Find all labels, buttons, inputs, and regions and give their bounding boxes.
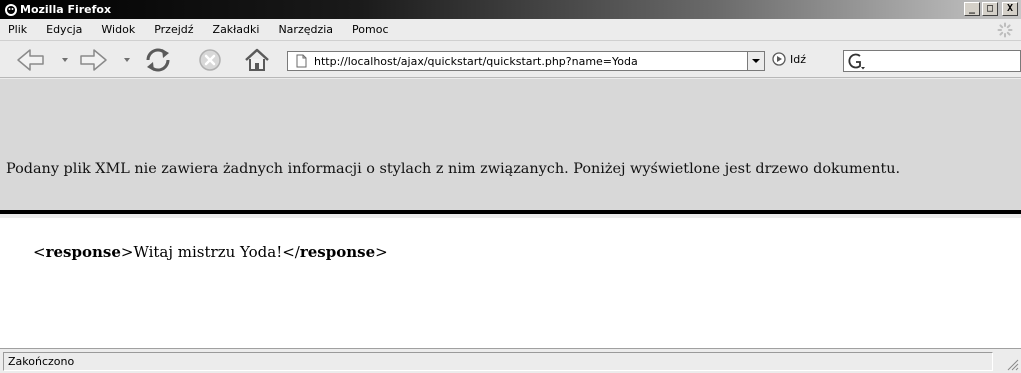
status-bar: Zakończono [0, 348, 1021, 373]
maximize-icon: □ [986, 3, 994, 14]
go-label: Idź [790, 52, 807, 66]
title-bar[interactable]: Mozilla Firefox _ □ X [0, 0, 1021, 19]
back-dropdown-icon[interactable] [62, 57, 68, 63]
xml-text-node: Witaj mistrzu Yoda! [133, 243, 283, 261]
forward-button[interactable] [76, 46, 110, 74]
menu-zakladki[interactable]: Zakładki [213, 23, 260, 36]
firefox-icon [3, 2, 18, 17]
tag-bracket: </ [282, 243, 300, 261]
forward-arrow-icon [80, 49, 107, 71]
home-icon [245, 48, 269, 71]
menu-edycja[interactable]: Edycja [46, 23, 82, 36]
xml-element-response: <response>Witaj mistrzu Yoda!</response> [33, 243, 388, 261]
document-tree: <response>Witaj mistrzu Yoda!</response> [0, 218, 1021, 348]
menu-bar: Plik Edycja Widok Przejdź Zakładki Narzę… [0, 19, 1021, 41]
tag-bracket: > [120, 243, 134, 261]
status-panel: Zakończono [3, 352, 993, 371]
forward-dropdown-icon[interactable] [124, 57, 130, 63]
stop-button[interactable] [194, 46, 226, 74]
address-text[interactable]: http://localhost/ajax/quickstart/quickst… [314, 55, 747, 68]
status-text: Zakończono [8, 355, 75, 368]
go-button[interactable]: Idź [772, 52, 806, 66]
close-icon: X [1006, 3, 1014, 14]
address-bar[interactable]: http://localhost/ajax/quickstart/quickst… [287, 51, 765, 71]
address-dropdown-button[interactable] [747, 52, 764, 70]
menu-widok[interactable]: Widok [101, 23, 135, 36]
minimize-button[interactable]: _ [964, 2, 980, 16]
window-title: Mozilla Firefox [20, 3, 112, 16]
reload-icon [146, 48, 170, 72]
search-box[interactable] [843, 50, 1021, 72]
xml-info-text: Podany plik XML nie zawiera żadnych info… [6, 161, 901, 177]
throbber-icon [997, 22, 1013, 38]
resize-grip-icon[interactable] [1005, 357, 1019, 371]
back-arrow-icon [17, 49, 44, 71]
close-button[interactable]: X [1002, 2, 1018, 16]
menu-pomoc[interactable]: Pomoc [352, 23, 388, 36]
home-button[interactable] [240, 46, 274, 74]
page-icon [296, 54, 307, 68]
menu-narzedzia[interactable]: Narzędzia [278, 23, 333, 36]
stop-icon [199, 49, 221, 71]
xml-open-tag: response [45, 243, 121, 261]
menu-plik[interactable]: Plik [8, 23, 27, 36]
maximize-button[interactable]: □ [982, 2, 998, 16]
google-icon[interactable] [846, 52, 868, 70]
browser-window: Mozilla Firefox _ □ X Plik Edycja Widok … [0, 0, 1021, 373]
menu-przejdz[interactable]: Przejdź [154, 23, 193, 36]
tag-bracket: > [375, 243, 388, 261]
reload-button[interactable] [140, 46, 176, 74]
xml-info-banner: Podany plik XML nie zawiera żadnych info… [0, 79, 1021, 214]
chevron-down-icon [752, 59, 760, 63]
go-icon [772, 52, 786, 66]
tag-bracket: < [33, 243, 46, 261]
back-button[interactable] [14, 46, 48, 74]
window-controls: _ □ X [964, 2, 1018, 16]
minimize-icon: _ [968, 3, 976, 14]
navigation-toolbar: http://localhost/ajax/quickstart/quickst… [0, 42, 1021, 78]
xml-close-tag: response [299, 243, 376, 261]
